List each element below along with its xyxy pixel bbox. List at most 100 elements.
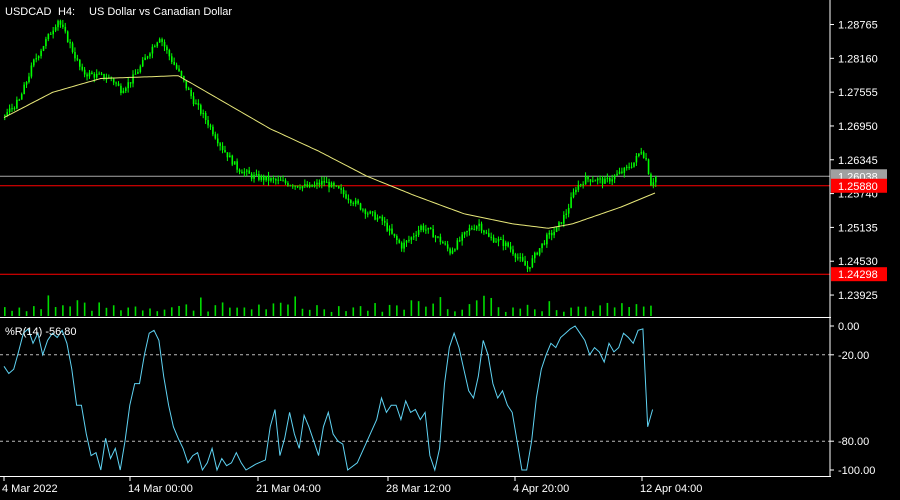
candle-body	[233, 161, 236, 165]
volume-bar	[236, 307, 238, 316]
volume-bar	[359, 306, 362, 316]
candle-body	[647, 159, 650, 175]
candle-body	[197, 103, 200, 106]
candle-body	[376, 217, 379, 220]
candle-body	[488, 233, 490, 237]
candle-body	[6, 112, 9, 116]
candle-body	[504, 242, 507, 247]
candle-body	[611, 179, 614, 182]
candle-body	[630, 166, 633, 168]
candle-body	[250, 173, 253, 179]
candle-body	[294, 185, 297, 187]
price-tick-label: 1.24530	[838, 256, 878, 268]
level-tag: 1.24298	[838, 269, 878, 281]
candle-body	[507, 242, 509, 247]
candle-body	[4, 114, 6, 116]
candle-body	[47, 33, 50, 40]
candle-body	[88, 72, 91, 77]
price-tick-label: 1.23925	[838, 290, 878, 302]
candle-body	[640, 152, 643, 154]
candle-body	[18, 99, 21, 101]
candle-body	[180, 70, 183, 76]
candle-body	[74, 52, 76, 59]
candle-body	[270, 178, 272, 181]
indicator-tick-label: -20.00	[838, 350, 869, 362]
candle-body	[652, 182, 655, 186]
candle-body	[398, 240, 401, 243]
candle-body	[296, 185, 299, 188]
price-tick-label: 1.26345	[838, 155, 878, 167]
candle-body	[386, 222, 388, 231]
volume-bar	[25, 311, 28, 316]
candle-body	[533, 252, 536, 259]
candle-body	[216, 138, 219, 144]
volume-bar	[156, 311, 159, 316]
chart-canvas[interactable]: USDCAD H4: US Dollar vs Canadian Dollar …	[0, 0, 900, 500]
indicator-tick-label: 0.00	[838, 321, 859, 333]
volume-bar	[468, 304, 471, 316]
volume-bar	[533, 309, 536, 316]
volume-bar	[381, 311, 384, 316]
candle-body	[371, 211, 374, 213]
candle-body	[492, 237, 495, 243]
candle-body	[81, 66, 84, 70]
candle-body	[517, 257, 519, 259]
candle-body	[393, 233, 396, 237]
candle-body	[313, 184, 316, 187]
candle-body	[410, 237, 413, 240]
candle-body	[560, 222, 563, 224]
candle-body	[219, 143, 221, 146]
volume-bar	[367, 310, 369, 316]
level-tag: 1.25880	[838, 181, 878, 193]
volume-bar	[308, 309, 311, 316]
volume-bar	[548, 301, 551, 316]
volume-bar	[69, 306, 71, 316]
volume-bar	[490, 297, 493, 316]
candle-body	[543, 243, 546, 245]
volume-bar	[345, 311, 347, 316]
candle-body	[255, 174, 258, 176]
candle-body	[93, 73, 96, 78]
candle-body	[437, 236, 439, 238]
candle-body	[478, 223, 480, 227]
candle-body	[185, 80, 188, 89]
volume-bar	[192, 310, 195, 316]
candle-body	[596, 178, 599, 181]
volume-bar	[207, 311, 209, 316]
candle-body	[35, 58, 38, 60]
candle-body	[565, 213, 568, 215]
volume-bar	[120, 310, 122, 316]
candle-body	[444, 243, 447, 245]
candle-body	[291, 185, 294, 187]
candle-body	[439, 236, 442, 242]
volume-bar	[243, 307, 246, 316]
candle-body	[446, 244, 449, 249]
volume-bar	[18, 307, 21, 316]
candle-body	[613, 175, 616, 180]
volume-bar	[258, 304, 260, 316]
price-tick-label: 1.26950	[838, 121, 878, 133]
candle-body	[483, 230, 485, 233]
volume-bar	[112, 305, 115, 316]
candle-body	[579, 184, 582, 186]
candle-body	[272, 178, 275, 180]
candle-body	[340, 188, 342, 190]
candle-body	[584, 176, 587, 185]
chart-title-symbol: USDCAD	[5, 6, 52, 18]
volume-bar	[642, 306, 645, 316]
candle-body	[461, 234, 463, 241]
volume-bar	[272, 303, 275, 316]
candle-body	[236, 161, 238, 170]
volume-bar	[584, 306, 587, 316]
candle-body	[330, 182, 333, 188]
candle-body	[642, 152, 645, 158]
candle-body	[224, 150, 226, 153]
candle-body	[381, 216, 384, 221]
candle-body	[192, 96, 195, 105]
candle-body	[425, 229, 427, 231]
volume-bar	[33, 306, 35, 316]
volume-bar	[83, 302, 86, 316]
candle-body	[11, 108, 13, 110]
candle-body	[137, 72, 139, 74]
candle-body	[267, 176, 270, 181]
